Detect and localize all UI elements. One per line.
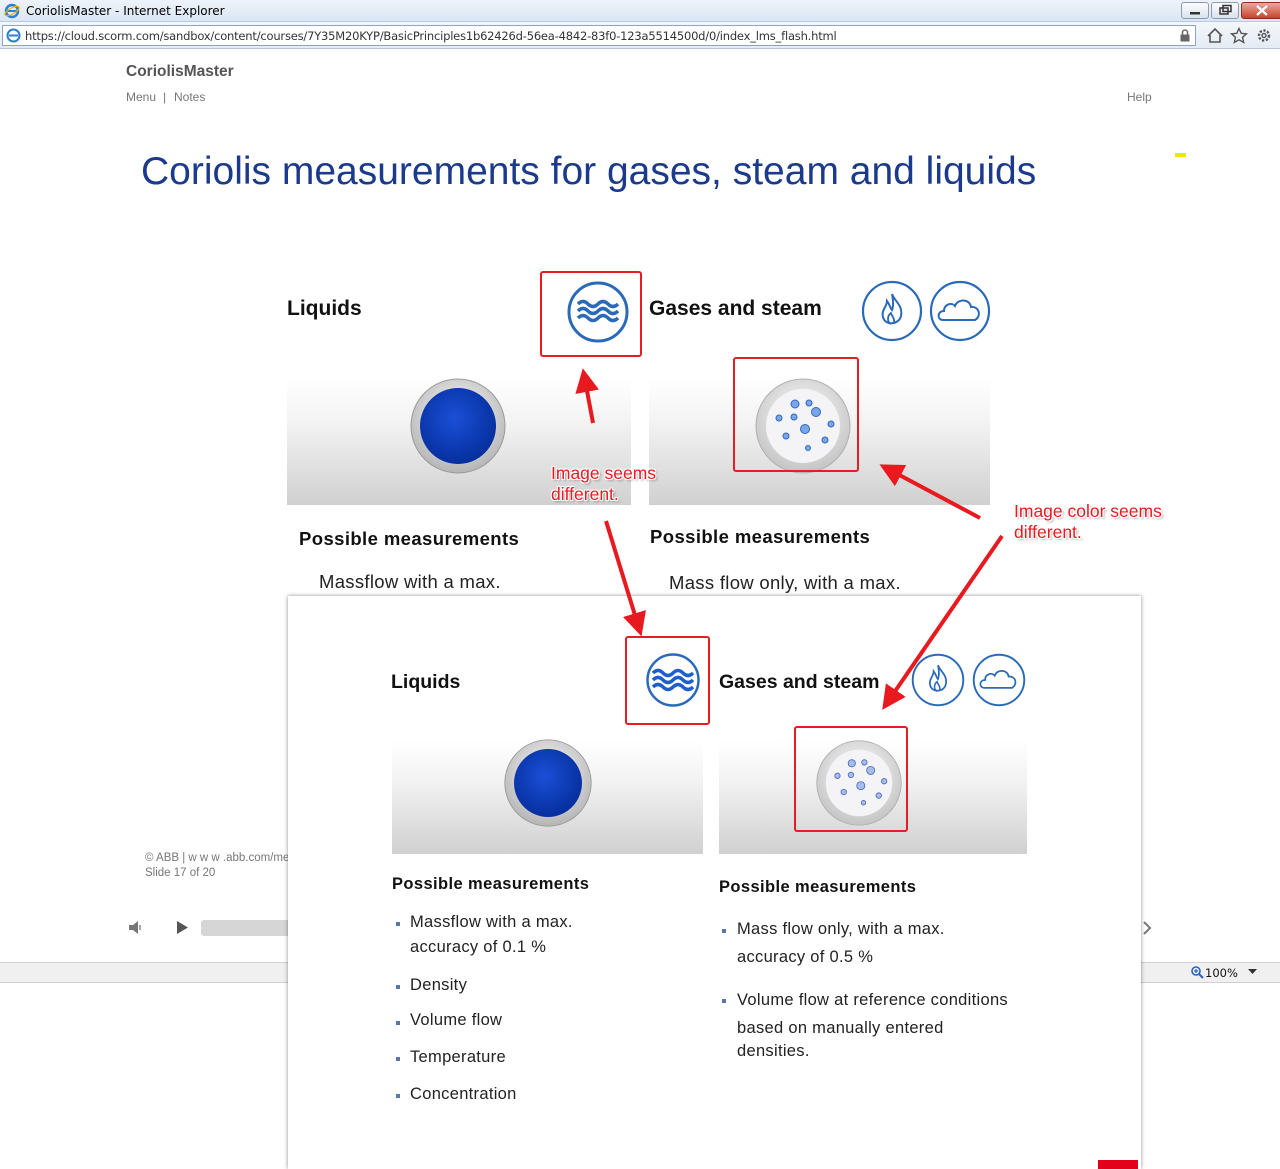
page-icon xyxy=(6,28,21,43)
ie-logo xyxy=(4,3,20,19)
bullet xyxy=(722,929,726,933)
playback-progress-bar[interactable] xyxy=(201,920,291,936)
zoom-level[interactable]: 100% xyxy=(1205,966,1238,980)
volume-icon[interactable] xyxy=(127,919,145,936)
overlay-gas-bubbles-highlight xyxy=(794,726,908,832)
menu-link[interactable]: Menu xyxy=(126,90,156,104)
slide-counter: Slide 17 of 20 xyxy=(145,867,216,879)
slide-title: Coriolis measurements for gases, steam a… xyxy=(141,150,1037,193)
gases-item-volume-flow-3: densities. xyxy=(737,1042,810,1060)
overlay-gases-heading: Gases and steam xyxy=(719,671,880,693)
gases-heading: Gases and steam xyxy=(649,297,822,320)
annotation-line: Image color seems xyxy=(1014,501,1162,521)
overlay-wave-icon-highlight xyxy=(625,636,710,725)
overlay-liquid-ball-icon xyxy=(504,739,592,827)
liquids-item-density: Density xyxy=(410,976,468,994)
zoom-icon[interactable] xyxy=(1190,965,1204,979)
window-title: CoriolisMaster - Internet Explorer xyxy=(26,4,225,18)
liquids-possible-measurements: Possible measurements xyxy=(299,528,520,549)
cloud-icon xyxy=(929,280,991,342)
bullet xyxy=(396,985,400,989)
overlay-liquids-heading: Liquids xyxy=(391,671,461,693)
overlay-cloud-icon xyxy=(972,653,1026,707)
copyright-text: © ABB | w w w .abb.com/me xyxy=(145,852,290,864)
url-field[interactable]: https://cloud.scorm.com/sandbox/content/… xyxy=(2,25,1196,46)
course-brand: CoriolisMaster xyxy=(126,63,234,80)
gases-item-volume-flow-2: based on manually entered xyxy=(737,1019,944,1037)
gases-possible-measurements: Possible measurements xyxy=(650,526,871,547)
annotation-image-different: Image seems different. xyxy=(551,463,656,505)
liquids-item-massflow-accuracy: accuracy of 0.1 % xyxy=(410,938,547,956)
liquids-heading: Liquids xyxy=(287,297,362,320)
bullet xyxy=(722,999,726,1003)
annotation-line: Image seems xyxy=(551,463,657,483)
yellow-marker xyxy=(1175,153,1186,157)
play-icon[interactable] xyxy=(174,919,190,936)
favorites-star-icon[interactable] xyxy=(1230,27,1248,44)
minimize-button[interactable] xyxy=(1181,2,1209,19)
annotation-line: different. xyxy=(551,484,619,504)
annotation-color-different: Image color seems different. xyxy=(1014,501,1162,543)
browser-title-bar: CoriolisMaster - Internet Explorer xyxy=(0,0,1280,22)
gases-item-volume-flow: Volume flow at reference conditions xyxy=(737,991,1008,1009)
nav-separator: | xyxy=(163,90,167,104)
gases-first-measurement: Mass flow only, with a max. xyxy=(669,572,901,593)
wave-icon-highlight xyxy=(540,271,642,357)
close-window-button[interactable] xyxy=(1241,2,1280,19)
bullet xyxy=(396,1057,400,1061)
url-text: https://cloud.scorm.com/sandbox/content/… xyxy=(25,29,837,43)
overlay-gases-possible-measurements: Possible measurements xyxy=(719,878,917,896)
liquids-first-measurement: Massflow with a max. xyxy=(319,571,501,592)
bullet xyxy=(396,1021,400,1025)
lock-icon[interactable] xyxy=(1179,28,1191,43)
bullet xyxy=(396,922,400,926)
liquids-item-massflow: Massflow with a max. xyxy=(410,913,573,931)
gas-bubbles-highlight xyxy=(733,357,859,472)
abb-logo-fragment xyxy=(1098,1160,1138,1169)
help-link[interactable]: Help xyxy=(1127,90,1152,104)
liquid-ball-icon xyxy=(410,378,506,474)
liquids-item-temperature: Temperature xyxy=(410,1048,506,1066)
zoom-dropdown-icon[interactable] xyxy=(1248,969,1257,975)
chevron-right-icon[interactable] xyxy=(1141,920,1153,936)
overlay-flame-icon xyxy=(911,653,965,707)
gases-item-massflow: Mass flow only, with a max. xyxy=(737,920,945,938)
liquids-item-volume-flow: Volume flow xyxy=(410,1011,503,1029)
tools-gear-icon[interactable] xyxy=(1255,27,1273,44)
notes-link[interactable]: Notes xyxy=(174,90,205,104)
bullet xyxy=(396,1094,400,1098)
overlay-liquids-possible-measurements: Possible measurements xyxy=(392,875,590,893)
restore-button[interactable] xyxy=(1211,2,1239,19)
gases-item-massflow-accuracy: accuracy of 0.5 % xyxy=(737,948,874,966)
annotation-line: different. xyxy=(1014,522,1082,542)
home-icon[interactable] xyxy=(1206,27,1224,44)
liquids-item-concentration: Concentration xyxy=(410,1085,517,1103)
expected-slide-overlay: Liquids Possible measurements Massflow w… xyxy=(288,596,1141,1169)
flame-icon xyxy=(861,280,923,342)
